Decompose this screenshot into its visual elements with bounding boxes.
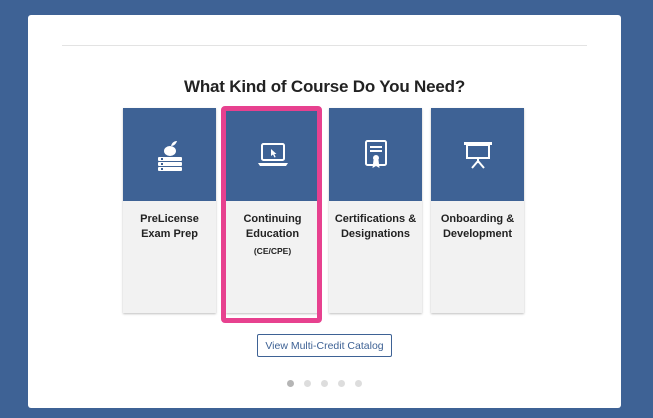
card-continuing-education[interactable]: Continuing Education (CE/CPE) [226, 108, 319, 313]
card-prelicense-exam-prep[interactable]: PreLicense Exam Prep [123, 108, 216, 313]
card-label: Continuing Education [243, 213, 302, 240]
card-icon-area [226, 108, 319, 201]
divider [62, 45, 587, 46]
section-heading: What Kind of Course Do You Need? [183, 77, 466, 96]
apple-books-icon [157, 140, 182, 171]
carousel-dot[interactable] [321, 380, 328, 387]
card-icon-area [431, 108, 524, 201]
carousel-dot[interactable] [304, 380, 311, 387]
card-label: Onboarding & Development [440, 213, 515, 240]
certificate-icon [364, 139, 387, 168]
carousel-dot[interactable] [287, 380, 294, 387]
card-sublabel: (CE/CPE) [253, 246, 292, 256]
carousel-dots [28, 380, 621, 387]
carousel-dot[interactable] [355, 380, 362, 387]
presentation-board-icon [463, 141, 492, 169]
view-catalog-button[interactable]: View Multi-Credit Catalog [257, 334, 392, 357]
card-label: PreLicense Exam Prep [140, 213, 199, 240]
course-panel: What Kind of Course Do You Need? PreLice… [28, 15, 621, 408]
carousel-dot[interactable] [338, 380, 345, 387]
card-onboarding-development[interactable]: Onboarding & Development [431, 108, 524, 313]
card-icon-area [329, 108, 422, 201]
card-certifications-designations[interactable]: Certifications & Designations [329, 108, 422, 313]
laptop-cursor-icon [257, 142, 288, 166]
card-icon-area [123, 108, 216, 201]
card-label: Certifications & Designations [334, 213, 417, 240]
